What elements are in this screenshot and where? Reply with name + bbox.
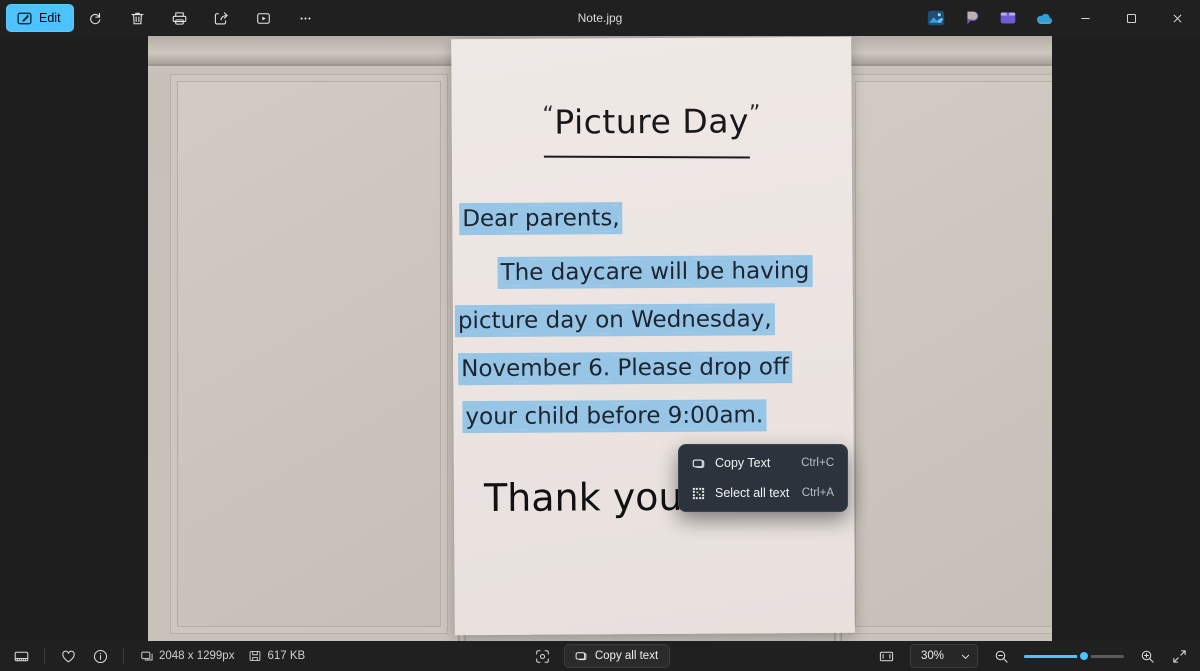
note-line-text: picture day on Wednesday, [457,306,772,335]
note-title: “Picture Day” [452,101,852,142]
image-dimensions: 2048 x 1299px [140,649,234,663]
close-button[interactable] [1154,0,1200,36]
note-line[interactable]: Dear parents, [462,205,620,233]
info-icon[interactable] [85,644,115,668]
note-line-text: your child before 9:00am. [465,402,764,431]
context-menu-item-copy-text[interactable]: Copy Text Ctrl+C [683,450,843,476]
note-title-text: Picture Day [554,101,750,142]
file-size-value: 617 KB [267,650,306,662]
status-bar-right: 30% [872,644,1194,668]
photos-edit-app-icon[interactable] [922,4,950,32]
edit-button[interactable]: Edit [6,4,74,32]
note-line[interactable]: The daycare will be having [500,258,810,286]
status-bar-left: 2048 x 1299px 617 KB [0,644,305,668]
chevron-down-icon [960,651,971,662]
image-dimensions-value: 2048 x 1299px [159,650,235,662]
context-menu-item-shortcut: Ctrl+C [801,457,834,469]
image-viewer-canvas[interactable]: “Picture Day” Dear parents, The daycare … [0,36,1200,641]
copy-all-text-label: Copy all text [594,650,659,662]
note-title-quote-close: ” [748,101,761,127]
note-line[interactable]: Thank you! [483,474,698,521]
edit-button-label: Edit [39,11,61,25]
context-menu-item-label: Copy Text [715,456,771,470]
edit-image-icon [17,11,32,26]
filmstrip-icon[interactable] [6,644,36,668]
copy-text-icon [574,649,588,663]
zoom-in-button[interactable] [1132,644,1162,668]
zoom-level-value: 30% [920,650,944,662]
minimize-button[interactable] [1062,0,1108,36]
photos-app-window: Edit Note.jpg “Picture Day” Dear parents… [0,0,1200,671]
cabinet-panel [848,74,1052,634]
note-line[interactable]: picture day on Wednesday, [457,306,772,335]
delete-icon[interactable] [118,4,158,32]
dimensions-icon [141,651,153,661]
photo-image[interactable]: “Picture Day” Dear parents, The daycare … [148,36,1052,641]
file-metadata: 2048 x 1299px 617 KB [140,649,305,663]
title-bar: Edit Note.jpg [0,0,1200,36]
status-divider [123,648,124,664]
note-line-text: November 6. Please drop off [461,354,789,383]
status-bar: 2048 x 1299px 617 KB Copy all text 30% [0,641,1200,671]
select-all-text-icon [691,486,706,501]
scan-text-icon[interactable] [530,644,556,668]
copy-text-icon [691,456,706,471]
onedrive-app-icon[interactable] [1030,4,1058,32]
share-icon[interactable] [202,4,242,32]
favorite-icon[interactable] [53,644,83,668]
status-divider [44,648,45,664]
note-line[interactable]: November 6. Please drop off [461,354,789,383]
save-icon [250,650,261,662]
note-title-underline [543,155,750,159]
slideshow-icon[interactable] [244,4,284,32]
zoom-slider[interactable] [1024,644,1124,668]
context-menu-item-shortcut: Ctrl+A [801,487,834,499]
print-icon[interactable] [160,4,200,32]
note-line-text: The daycare will be having [500,258,810,286]
designer-app-icon[interactable] [958,4,986,32]
note-line[interactable]: your child before 9:00am. [465,402,764,431]
cabinet-panel [170,74,448,634]
zoom-out-button[interactable] [986,644,1016,668]
fit-to-window-icon[interactable] [872,644,902,668]
paper-note: “Picture Day” Dear parents, The daycare … [451,36,855,636]
rotate-icon[interactable] [76,4,116,32]
zoom-level-select[interactable]: 30% [909,644,978,668]
title-bar-right [918,0,1200,36]
zoom-slider-thumb[interactable] [1077,649,1091,663]
zoom-slider-fill [1024,654,1084,658]
note-title-quote-open: “ [542,102,555,128]
maximize-button[interactable] [1108,0,1154,36]
text-context-menu: Copy Text Ctrl+C Select all text Ctrl+A [678,444,848,512]
note-line-text: Thank you! [483,474,698,521]
clipchamp-app-icon[interactable] [994,4,1022,32]
file-size: 617 KB [248,649,305,663]
more-icon[interactable] [286,4,326,32]
fullscreen-button[interactable] [1164,644,1194,668]
context-menu-item-select-all-text[interactable]: Select all text Ctrl+A [683,480,843,506]
copy-all-text-button[interactable]: Copy all text [563,644,671,668]
context-menu-item-label: Select all text [715,486,790,500]
toolbar-left: Edit [0,4,326,32]
note-line-text: Dear parents, [462,205,620,233]
